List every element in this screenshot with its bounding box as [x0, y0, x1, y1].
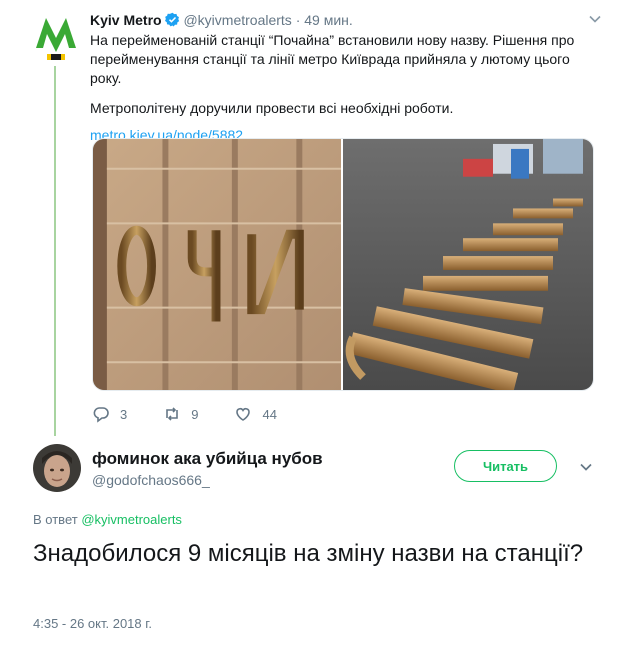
reply-count: 3 [120, 406, 128, 422]
chevron-down-icon[interactable] [578, 459, 594, 475]
photo-station-wall[interactable] [93, 139, 343, 390]
author-handle[interactable]: @godofchaos666_ [92, 471, 210, 489]
retweet-icon [166, 407, 179, 421]
follow-button[interactable]: Читать [454, 450, 557, 482]
verified-icon [164, 12, 180, 27]
reply-icon [93, 407, 109, 423]
metro-logo-icon[interactable] [34, 12, 78, 62]
media-gallery[interactable] [92, 138, 594, 391]
tweet-paragraph-1: На перейменованій станції “Почайна” вста… [90, 32, 575, 86]
like-icon [236, 408, 251, 421]
photo-letters-floor[interactable] [343, 139, 593, 390]
reply-button[interactable]: 3 [92, 405, 127, 423]
tweet-paragraph-2: Метрополітену доручили провести всі необ… [90, 100, 454, 116]
tweet-text: Знадобилося 9 місяців на зміну назви на … [33, 540, 584, 567]
author-name[interactable]: Kyiv Metro [90, 12, 162, 28]
separator-dot: · [295, 12, 301, 28]
like-button[interactable]: 44 [234, 405, 277, 423]
avatar[interactable] [33, 444, 81, 492]
tweet-actions: 3 9 44 [92, 404, 313, 424]
reply-context: В ответ @kyivmetroalerts [33, 512, 182, 528]
author-handle[interactable]: @kyivmetroalerts [183, 12, 291, 28]
chevron-down-icon[interactable] [588, 12, 602, 26]
tweet-time[interactable]: 49 мин. [304, 12, 353, 28]
parent-tweet-header: Kyiv Metro @kyivmetroalerts · 49 мин. [90, 10, 596, 30]
thread-connector-line [54, 66, 56, 436]
like-count: 44 [262, 406, 277, 422]
retweet-button[interactable]: 9 [163, 405, 198, 423]
parent-tweet-text: На перейменованій станції “Почайна” вста… [90, 31, 595, 145]
author-name[interactable]: фоминок ака убийца нубов [92, 448, 323, 470]
reply-mention-link[interactable]: @kyivmetroalerts [81, 512, 182, 527]
reply-prefix: В ответ [33, 512, 78, 527]
tweet-timestamp[interactable]: 4:35 - 26 окт. 2018 г. [33, 616, 152, 631]
retweet-count: 9 [191, 406, 199, 422]
